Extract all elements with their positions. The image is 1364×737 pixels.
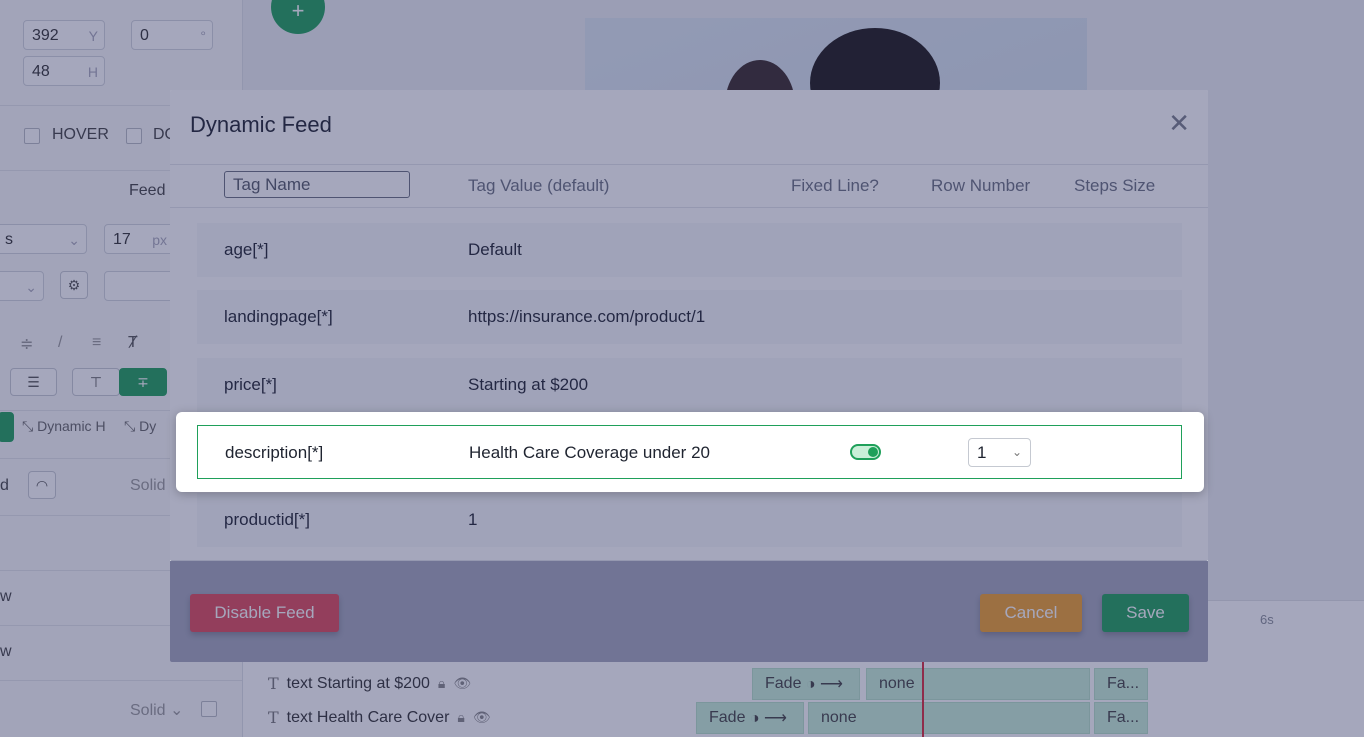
table-header: Tag Value (default) Fixed Line? Row Numb…	[170, 165, 1208, 208]
chevron-down-icon: ⌄	[1011, 445, 1022, 459]
column-header-tag-value: Tag Value (default)	[468, 176, 610, 195]
tag-name-cell: productid[*]	[224, 510, 310, 529]
row-number-select[interactable]: 1 ⌄	[968, 438, 1031, 467]
tag-value-cell: https://insurance.com/product/1	[468, 307, 706, 326]
tag-name-cell: landingpage[*]	[224, 307, 333, 326]
tag-value-cell: Starting at $200	[468, 375, 589, 394]
tag-name-input[interactable]	[224, 171, 410, 198]
highlighted-row-card: description[*] Health Care Coverage unde…	[176, 412, 1204, 492]
column-header-row-number: Row Number	[931, 176, 1031, 195]
column-header-steps-size: Steps Size	[1074, 176, 1156, 195]
fixed-line-toggle[interactable]	[850, 444, 881, 460]
table-row[interactable]: productid[*] 1	[197, 493, 1182, 547]
save-button[interactable]: Save	[1102, 594, 1189, 632]
row-number-value: 1	[977, 443, 987, 462]
cancel-button[interactable]: Cancel	[980, 594, 1082, 632]
table-row-active[interactable]: description[*] Health Care Coverage unde…	[197, 425, 1182, 479]
tag-value-cell: 1	[468, 510, 478, 529]
tag-name-cell: age[*]	[224, 240, 269, 259]
column-header-fixed-line: Fixed Line?	[791, 176, 879, 195]
modal-header: Dynamic Feed ✕	[170, 90, 1208, 165]
tag-value-cell: Health Care Coverage under 20	[469, 443, 710, 462]
table-row[interactable]: age[*] Default	[197, 223, 1182, 277]
tag-value-cell: Default	[468, 240, 522, 259]
tag-name-cell: price[*]	[224, 375, 277, 394]
tag-name-cell: description[*]	[225, 443, 324, 462]
modal-footer: Disable Feed Cancel Save	[170, 560, 1208, 663]
table-row[interactable]: price[*] Starting at $200	[197, 358, 1182, 412]
dynamic-feed-modal: Dynamic Feed ✕ Tag Value (default) Fixed…	[170, 90, 1208, 662]
disable-feed-button[interactable]: Disable Feed	[190, 594, 339, 632]
toggle-knob	[868, 447, 878, 457]
close-icon[interactable]: ✕	[1168, 108, 1190, 139]
modal-title: Dynamic Feed	[190, 112, 332, 137]
table-row[interactable]: landingpage[*] https://insurance.com/pro…	[197, 290, 1182, 344]
